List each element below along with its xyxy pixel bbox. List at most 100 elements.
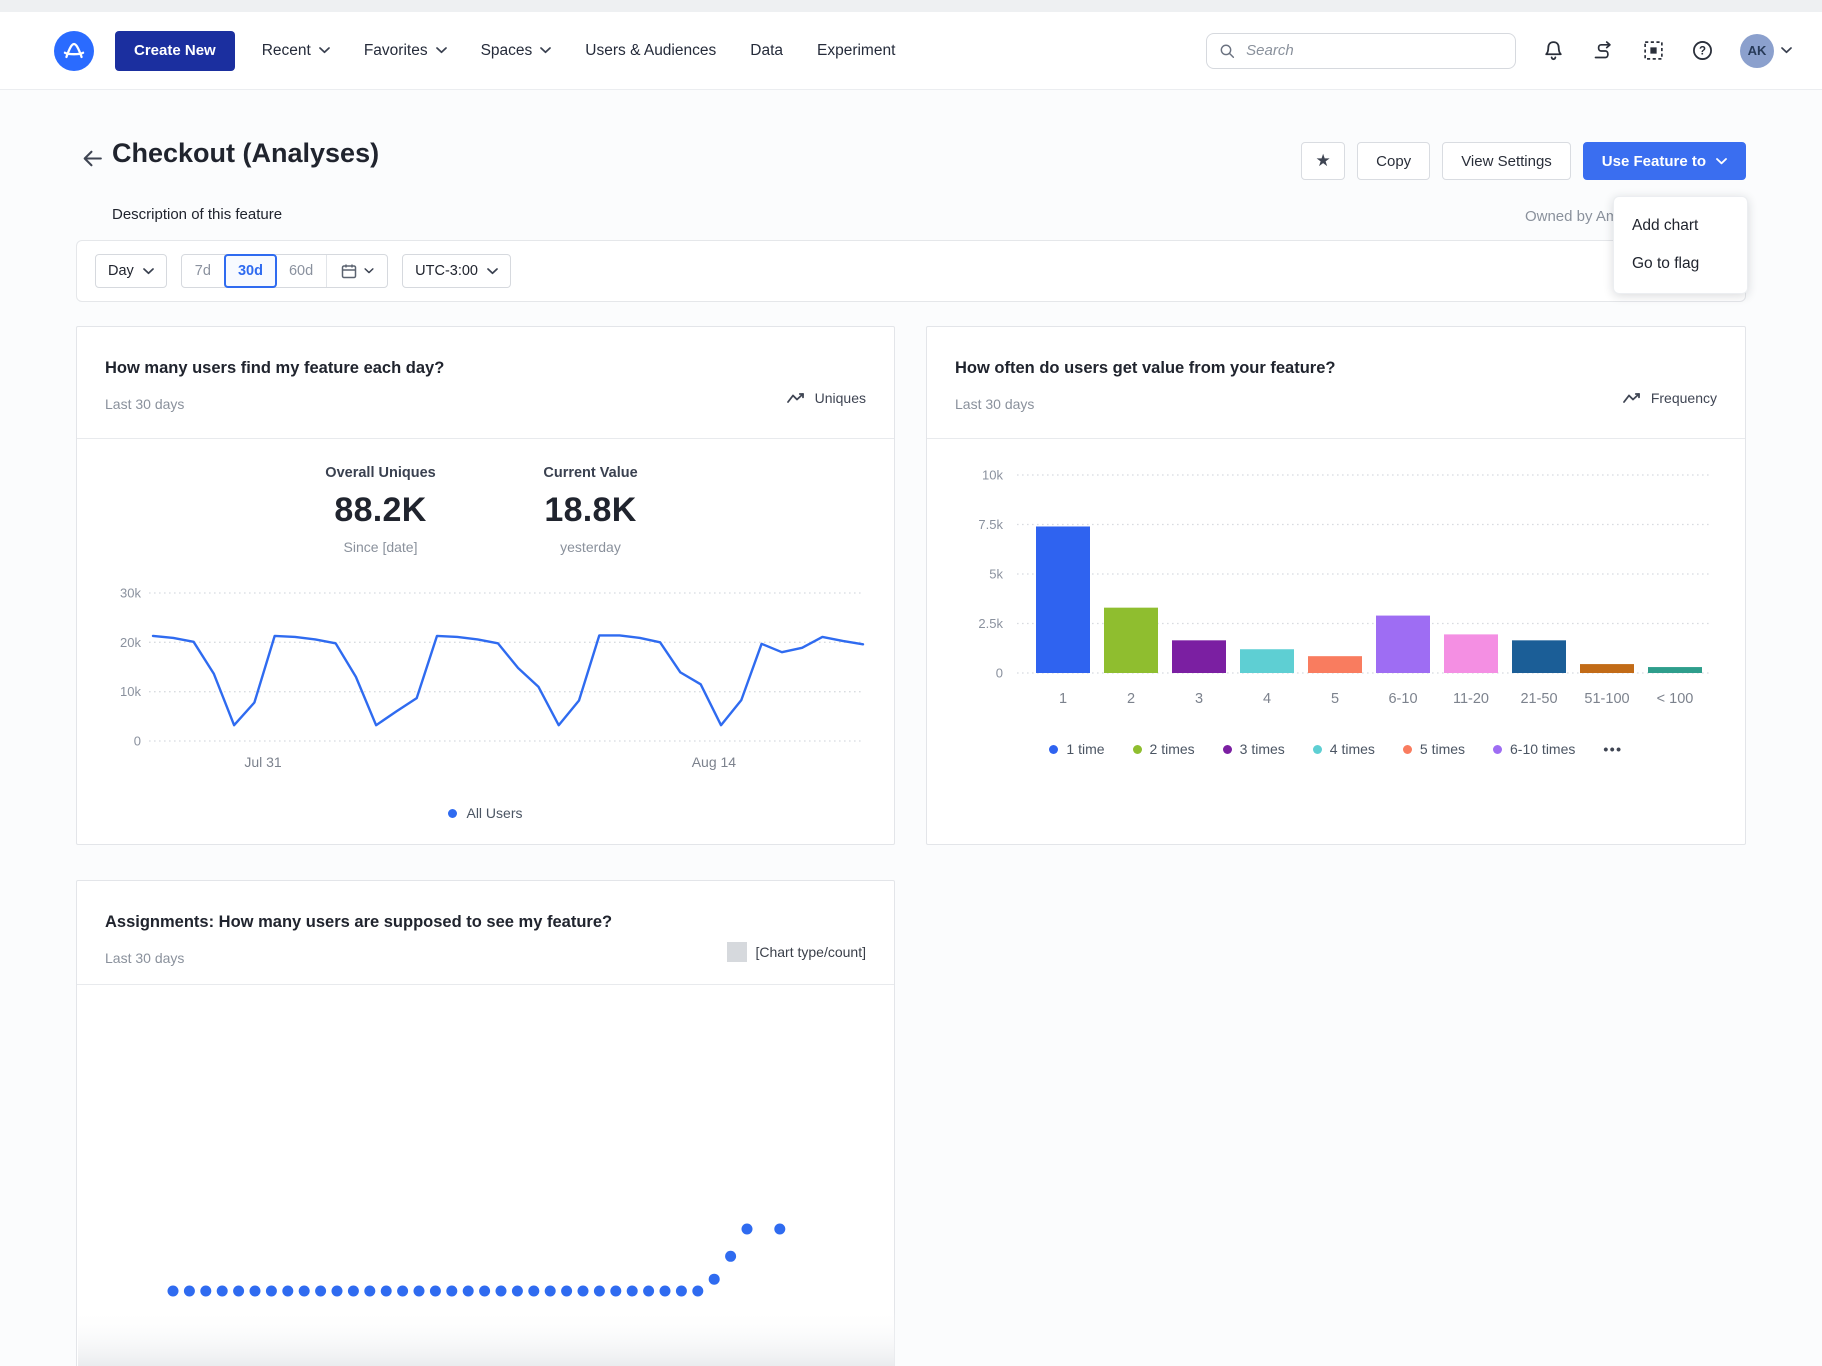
copy-button[interactable]: Copy xyxy=(1357,142,1430,180)
stat-caption: yesterday xyxy=(511,539,671,555)
nav-item-experiment[interactable]: Experiment xyxy=(817,42,895,60)
legend-item-4-times[interactable]: 4 times xyxy=(1313,741,1375,757)
line-chart-legend[interactable]: All Users xyxy=(77,805,894,821)
svg-text:2: 2 xyxy=(1127,691,1135,707)
help-button[interactable]: ? xyxy=(1691,39,1714,62)
amplitude-a-icon xyxy=(61,38,87,64)
help-circle-icon: ? xyxy=(1691,39,1714,62)
chevron-down-icon xyxy=(143,268,154,275)
svg-text:21-50: 21-50 xyxy=(1520,691,1557,707)
feature-description: Description of this feature xyxy=(112,206,282,223)
nav-item-label: Data xyxy=(750,42,783,60)
favorite-button[interactable]: ★ xyxy=(1301,142,1345,180)
search-input[interactable] xyxy=(1244,41,1503,60)
use-feature-menu: Add chartGo to flag xyxy=(1613,196,1748,294)
legend-swatch xyxy=(727,942,747,962)
svg-text:10k: 10k xyxy=(120,684,141,699)
legend-label: 5 times xyxy=(1420,741,1465,757)
legend-dot xyxy=(1133,745,1142,754)
svg-text:4: 4 xyxy=(1263,691,1271,707)
journey-path-icon xyxy=(1591,40,1616,62)
card-subtitle: Last 30 days xyxy=(105,396,184,412)
timezone-select[interactable]: UTC-3:00 xyxy=(402,254,511,288)
chart-type-label: Frequency xyxy=(1651,390,1717,406)
notifications-button[interactable] xyxy=(1542,39,1565,62)
card-subtitle: Last 30 days xyxy=(105,950,184,966)
nav-item-data[interactable]: Data xyxy=(750,42,783,60)
card-title: How often do users get value from your f… xyxy=(955,359,1335,378)
svg-text:10k: 10k xyxy=(982,468,1003,483)
use-feature-to-button[interactable]: Use Feature to xyxy=(1583,142,1746,180)
uniques-card: How many users find my feature each day?… xyxy=(76,326,895,845)
search-box[interactable] xyxy=(1206,33,1516,69)
svg-text:20k: 20k xyxy=(120,635,141,650)
legend-label: [Chart type/count] xyxy=(755,944,866,960)
svg-text:Jul 31: Jul 31 xyxy=(244,754,282,770)
chevron-down-icon xyxy=(487,268,498,275)
card-title: Assignments: How many users are supposed… xyxy=(105,913,612,932)
frequency-card: How often do users get value from your f… xyxy=(926,326,1746,845)
divider xyxy=(77,984,894,985)
legend-more-button[interactable]: ••• xyxy=(1603,741,1622,757)
header-actions: ★ Copy View Settings Use Feature to xyxy=(1301,142,1746,180)
frequency-bar-chart-canvas[interactable]: 02.5k5k7.5k10k123456-1011-2021-5051-100<… xyxy=(937,447,1737,737)
legend-item-2-times[interactable]: 2 times xyxy=(1133,741,1195,757)
journeys-button[interactable] xyxy=(1591,40,1616,62)
svg-text:< 100: < 100 xyxy=(1657,691,1694,707)
nav-item-favorites[interactable]: Favorites xyxy=(364,42,447,60)
select-region-button[interactable] xyxy=(1642,39,1665,62)
uniques-line-chart-canvas[interactable]: 010k20k30kJul 31Aug 14 xyxy=(87,577,887,792)
legend-dot xyxy=(1049,745,1058,754)
legend-item-5-times[interactable]: 5 times xyxy=(1403,741,1465,757)
legend-dot xyxy=(1493,745,1502,754)
svg-text:?: ? xyxy=(1699,46,1706,58)
chart-type-label: Uniques xyxy=(815,390,866,406)
nav-item-users-audiences[interactable]: Users & Audiences xyxy=(585,42,716,60)
chevron-down-icon xyxy=(1716,158,1727,165)
nav-right: ? AK xyxy=(1206,33,1792,69)
legend-item-3-times[interactable]: 3 times xyxy=(1223,741,1285,757)
menu-item-add-chart[interactable]: Add chart xyxy=(1614,207,1747,245)
chart-type-placeholder-legend: [Chart type/count] xyxy=(727,942,866,962)
back-button[interactable] xyxy=(80,146,105,176)
copy-label: Copy xyxy=(1376,153,1411,170)
view-settings-button[interactable]: View Settings xyxy=(1442,142,1571,180)
nav-item-spaces[interactable]: Spaces xyxy=(481,42,552,60)
range-button-7d[interactable]: 7d xyxy=(182,255,225,287)
granularity-value: Day xyxy=(108,263,134,279)
nav-item-label: Favorites xyxy=(364,42,428,60)
chevron-down-icon xyxy=(540,47,551,54)
chart-type-badge: Frequency xyxy=(1622,390,1717,406)
legend-item-6-10-times[interactable]: 6-10 times xyxy=(1493,741,1575,757)
legend-item-1-time[interactable]: 1 time xyxy=(1049,741,1104,757)
page-title: Checkout (Analyses) xyxy=(112,138,379,169)
granularity-select[interactable]: Day xyxy=(95,254,167,288)
svg-text:0: 0 xyxy=(996,666,1003,681)
timezone-value: UTC-3:00 xyxy=(415,263,478,279)
create-new-button[interactable]: Create New xyxy=(115,31,235,71)
account-menu[interactable]: AK xyxy=(1740,34,1792,68)
legend-dot xyxy=(1223,745,1232,754)
stat-value: 18.8K xyxy=(511,491,671,530)
chevron-down-icon xyxy=(1781,47,1792,54)
assignments-scatter-chart-canvas[interactable] xyxy=(77,991,896,1366)
nav-item-label: Users & Audiences xyxy=(585,42,716,60)
chevron-down-icon xyxy=(436,47,447,54)
range-button-30d[interactable]: 30d xyxy=(224,254,277,288)
range-button-60d[interactable]: 60d xyxy=(276,255,327,287)
back-arrow-icon xyxy=(80,146,105,171)
legend-label: All Users xyxy=(466,805,522,821)
card-subtitle: Last 30 days xyxy=(955,396,1034,412)
nav-item-recent[interactable]: Recent xyxy=(262,42,330,60)
svg-text:7.5k: 7.5k xyxy=(978,517,1003,532)
window-top-strip xyxy=(0,0,1822,12)
menu-item-go-to-flag[interactable]: Go to flag xyxy=(1614,245,1747,283)
bar-chart-legend: 1 time 2 times 3 times 4 times 5 times 6-10 t… xyxy=(957,741,1715,757)
legend-label: 1 time xyxy=(1066,741,1104,757)
custom-date-range-button[interactable] xyxy=(327,255,387,287)
divider xyxy=(927,438,1745,439)
legend-label: 2 times xyxy=(1150,741,1195,757)
svg-text:5: 5 xyxy=(1331,691,1339,707)
amplitude-logo[interactable] xyxy=(54,31,94,71)
view-settings-label: View Settings xyxy=(1461,153,1552,170)
